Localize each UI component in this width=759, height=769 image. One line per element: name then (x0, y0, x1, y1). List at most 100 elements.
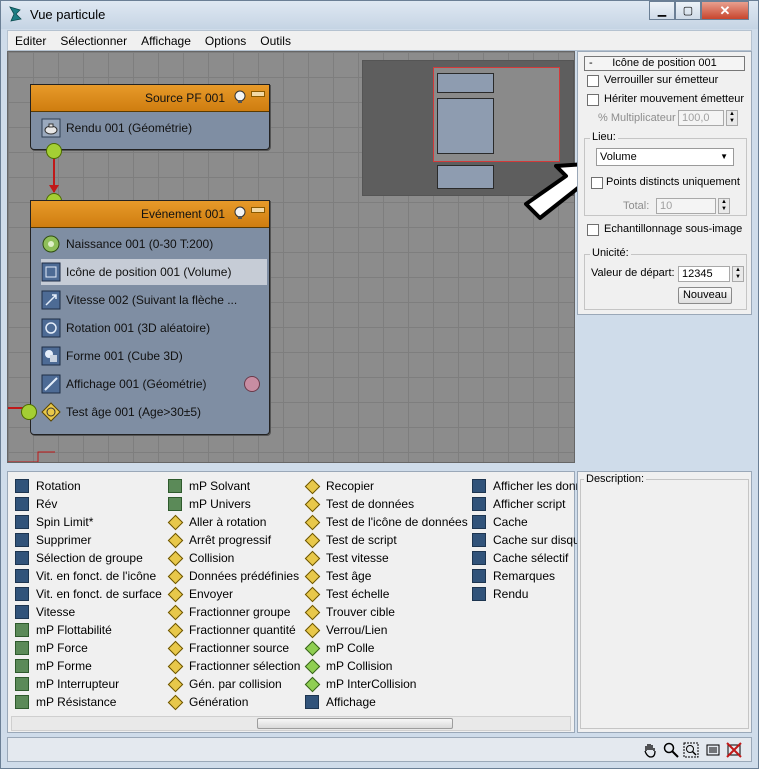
depot-item[interactable]: Fractionner groupe (168, 603, 290, 621)
new-seed-button[interactable]: Nouveau (678, 287, 732, 304)
menu-editer[interactable]: Editer (8, 34, 53, 48)
zoom-icon[interactable] (663, 742, 679, 758)
depot-item[interactable]: Arrêt progressif (168, 531, 271, 549)
collapse-node-icon[interactable] (251, 91, 265, 97)
lightbulb-icon[interactable] (233, 206, 247, 220)
depot-item[interactable]: Rendu (472, 585, 528, 603)
event-node-header[interactable]: Evénement 001 (31, 201, 269, 228)
depot-item-label: Vit. en fonct. de l'icône (36, 569, 157, 583)
source-node-title: Source PF 001 (144, 91, 225, 105)
depot-item[interactable]: Collision (168, 549, 234, 567)
menu-selectionner[interactable]: Sélectionner (53, 34, 134, 48)
pan-hand-icon[interactable] (642, 742, 658, 758)
depot-item[interactable]: Vit. en fonct. de surface (15, 585, 162, 603)
depot-item[interactable]: Cache sélectif (472, 549, 568, 567)
title-bar[interactable] (1, 1, 758, 29)
depot-horizontal-scrollbar[interactable] (11, 716, 571, 731)
depot-item[interactable]: Fractionner quantité (168, 621, 296, 639)
zoom-extents-icon[interactable] (705, 742, 721, 758)
depot-item[interactable]: Test vitesse (305, 549, 389, 567)
depot-item[interactable]: Rév (15, 495, 57, 513)
depot-item[interactable]: mP Solvant (168, 477, 250, 495)
operator-icon (472, 533, 486, 547)
depot-item[interactable]: Test échelle (305, 585, 389, 603)
scrollbar-thumb[interactable] (257, 718, 453, 729)
seed-spinner[interactable]: ▲ ▼ (732, 266, 744, 282)
depot-item[interactable]: mP InterCollision (305, 675, 416, 693)
depot-item[interactable]: Fractionner sélection (168, 657, 300, 675)
depot-item[interactable]: mP Forme (15, 657, 92, 675)
depot-item[interactable]: Test âge (305, 567, 371, 585)
depot-item[interactable]: mP Univers (168, 495, 251, 513)
depot-item[interactable]: Sélection de groupe (15, 549, 143, 567)
depot-item[interactable]: Remarques (472, 567, 555, 585)
no-zoom-icon[interactable] (726, 742, 742, 758)
seed-input[interactable]: 12345 (678, 266, 730, 282)
source-node[interactable]: Source PF 001 Rendu 001 (Géométrie) (30, 84, 270, 150)
multiplier-spinner[interactable]: ▲ ▼ (726, 110, 738, 126)
depot-item[interactable]: Verrou/Lien (305, 621, 387, 639)
test-output-connector[interactable] (21, 404, 37, 420)
location-dropdown-value: Volume (600, 151, 637, 163)
total-spinner[interactable]: ▲ ▼ (718, 198, 730, 214)
test-icon (168, 551, 182, 565)
menu-options[interactable]: Options (198, 34, 253, 48)
depot-item[interactable]: mP Force (15, 639, 88, 657)
operator-test-age[interactable]: Test âge 001 (Age>30±5) (41, 399, 201, 425)
depot-item[interactable]: mP Interrupteur (15, 675, 119, 693)
collapse-node-icon[interactable] (251, 207, 265, 213)
depot-item[interactable]: Cache sur disque (472, 531, 586, 549)
depot-item[interactable]: Test de l'icône de données (305, 513, 468, 531)
close-button[interactable]: ✕ (701, 1, 749, 20)
depot-item[interactable]: Vitesse (15, 603, 75, 621)
menu-outils[interactable]: Outils (253, 34, 298, 48)
output-connector[interactable] (46, 143, 62, 159)
depot-item[interactable]: mP Flottabilité (15, 621, 112, 639)
depot-item[interactable]: Vit. en fonct. de l'icône (15, 567, 156, 585)
lock-emitter-checkbox[interactable] (587, 75, 599, 87)
operator-vitesse[interactable]: Vitesse 002 (Suivant la flèche ... (41, 287, 237, 313)
depot-item[interactable]: Données prédéfinies (168, 567, 299, 585)
depot-item[interactable]: mP Colle (305, 639, 374, 657)
depot-item[interactable]: Fractionner source (168, 639, 289, 657)
render-teapot-icon (41, 118, 61, 138)
depot-item[interactable]: Test de script (305, 531, 397, 549)
distinct-points-checkbox[interactable] (591, 177, 603, 189)
total-input[interactable]: 10 (656, 198, 716, 214)
depot-item[interactable]: Afficher script (472, 495, 565, 513)
rollout-header[interactable]: - Icône de position 001 (584, 56, 745, 71)
depot-item[interactable]: Spin Limit* (15, 513, 93, 531)
zoom-region-icon[interactable] (683, 742, 699, 758)
lightbulb-icon[interactable] (233, 90, 247, 104)
operator-forme[interactable]: Forme 001 (Cube 3D) (41, 343, 183, 369)
depot-item[interactable]: Rotation (15, 477, 81, 495)
minimize-button[interactable]: ▁ (649, 1, 675, 20)
display-color-swatch[interactable] (244, 376, 260, 392)
operator-affichage[interactable]: Affichage 001 (Géométrie) (41, 371, 207, 397)
event-node[interactable]: Evénement 001 Naissance 001 (0-30 T:200)… (30, 200, 270, 435)
operator-rotation[interactable]: Rotation 001 (3D aléatoire) (41, 315, 210, 341)
depot-item[interactable]: Test de données (305, 495, 414, 513)
source-node-header[interactable]: Source PF 001 (31, 85, 269, 112)
subframe-sampling-checkbox[interactable] (587, 224, 599, 236)
operator-naissance[interactable]: Naissance 001 (0-30 T:200) (41, 231, 213, 257)
depot-item[interactable]: Aller à rotation (168, 513, 266, 531)
depot-item[interactable]: Cache (472, 513, 528, 531)
location-dropdown[interactable]: Volume ▼ (596, 148, 734, 166)
multiplier-input[interactable]: 100,0 (678, 110, 724, 126)
depot-item[interactable]: mP Résistance (15, 693, 116, 711)
depot-item[interactable]: mP Collision (305, 657, 392, 675)
maximize-button[interactable]: ▢ (675, 1, 701, 20)
depot-item[interactable]: Recopier (305, 477, 374, 495)
operator-icone-position[interactable]: Icône de position 001 (Volume) (41, 259, 267, 285)
navigator-node-thumb (437, 73, 494, 93)
depot-item[interactable]: Affichage (305, 693, 376, 711)
inherit-motion-checkbox[interactable] (587, 94, 599, 106)
depot-item[interactable]: Supprimer (15, 531, 91, 549)
depot-item[interactable]: Envoyer (168, 585, 233, 603)
depot-item[interactable]: Gén. par collision (168, 675, 282, 693)
menu-affichage[interactable]: Affichage (134, 34, 198, 48)
depot-item[interactable]: Trouver cible (305, 603, 395, 621)
operator-rendu[interactable]: Rendu 001 (Géométrie) (41, 115, 192, 141)
depot-item[interactable]: Génération (168, 693, 248, 711)
